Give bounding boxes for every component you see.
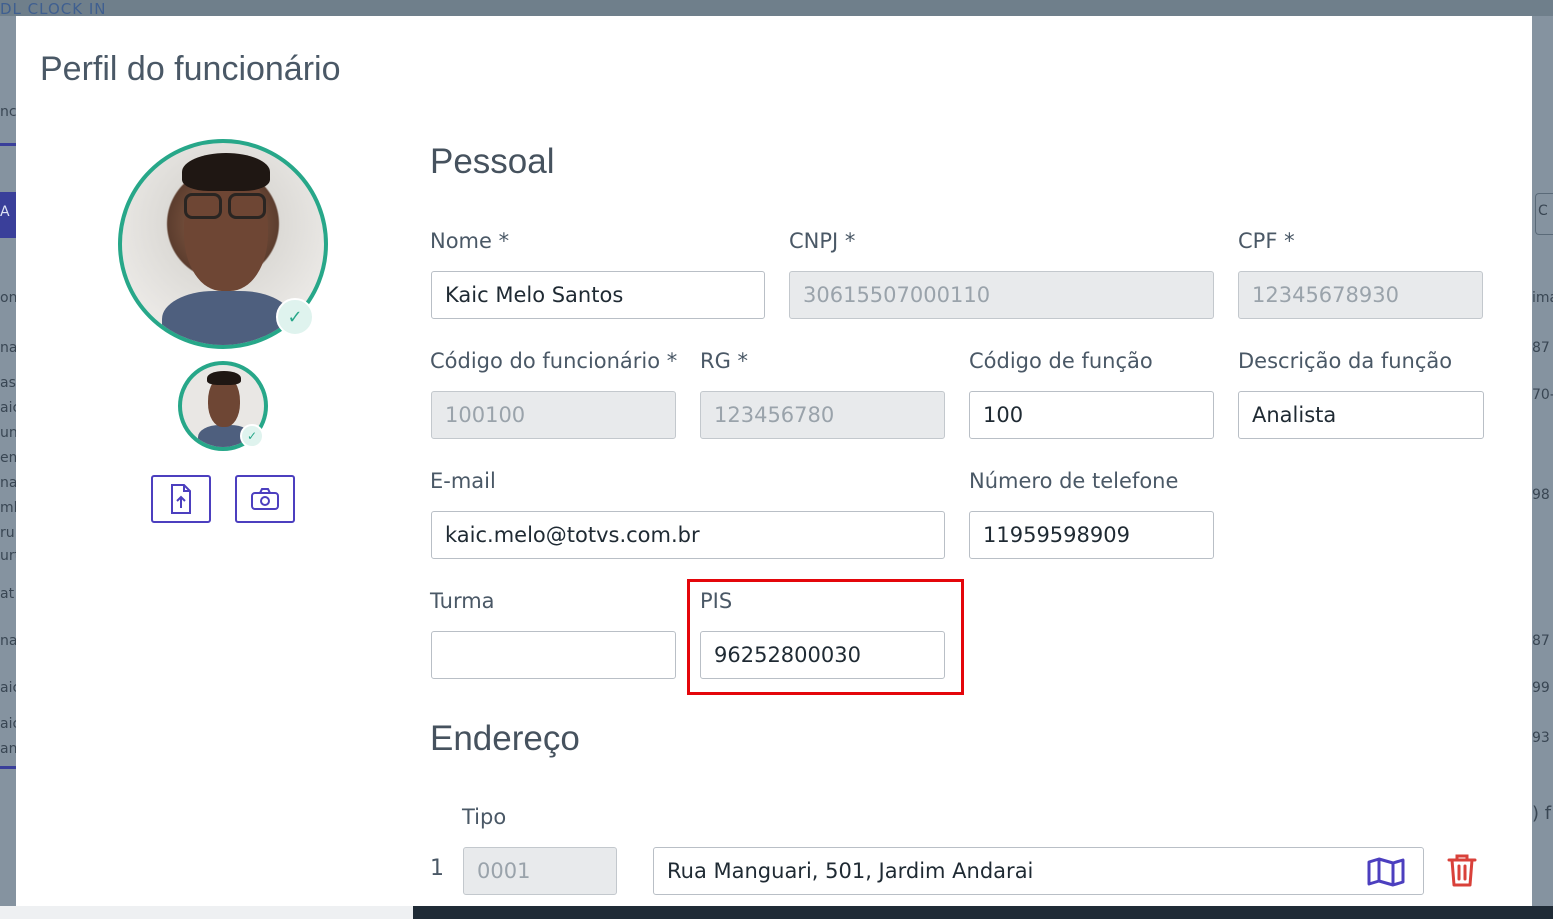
background-left-text: na (0, 475, 16, 491)
rg-input: 123456780 (700, 391, 945, 439)
email-input[interactable]: kaic.melo@totvs.com.br (431, 511, 945, 559)
background-left-text: na (0, 633, 16, 649)
address-type-input: 0001 (463, 847, 617, 895)
background-left-text: na (0, 340, 16, 356)
thumbnail-hair-shape (207, 371, 241, 385)
background-left-text: un (0, 425, 16, 441)
delete-address-button[interactable] (1444, 852, 1480, 888)
job-code-label: Código de função (969, 349, 1153, 373)
upload-photo-button[interactable] (151, 475, 211, 523)
modal-title: Perfil do funcionário (40, 50, 341, 88)
background-left-text: urt (0, 548, 16, 564)
cnpj-input: 30615507000110 (789, 271, 1214, 319)
background-left-text: at (0, 586, 15, 602)
avatar-glasses-shape (184, 193, 222, 219)
background-left-text: em (0, 450, 16, 466)
job-code-input[interactable]: 100 (969, 391, 1214, 439)
avatar-hair-shape (182, 153, 270, 191)
phone-label: Número de telefone (969, 469, 1179, 493)
address-input[interactable]: Rua Manguari, 501, Jardim Andarai (653, 847, 1424, 895)
background-right-text: 70- (1532, 387, 1553, 403)
avatar-glasses-shape (228, 193, 266, 219)
employee-code-input: 100100 (431, 391, 676, 439)
email-label: E-mail (430, 469, 496, 493)
section-title-address: Endereço (430, 719, 580, 758)
photo-verified-icon: ✓ (276, 298, 314, 336)
job-description-label: Descrição da função (1238, 349, 1453, 373)
turma-input[interactable] (431, 631, 676, 679)
take-photo-button[interactable] (235, 475, 295, 523)
background-right-text: ima (1532, 290, 1553, 306)
background-left-text: on (0, 290, 16, 306)
background-right-text: ) f (1532, 803, 1552, 824)
background-right-text: 99 (1532, 680, 1550, 696)
background-right-panel (1532, 16, 1553, 906)
employee-profile-modal: Perfil do funcionário ✓ ✓ Pessoal Nome *… (16, 16, 1532, 906)
background-right-text: 98 (1532, 487, 1550, 503)
nome-label: Nome * (430, 229, 510, 253)
address-text: Rua Manguari, 501, Jardim Andarai (667, 859, 1034, 883)
background-right-text: 93 (1532, 730, 1550, 746)
cpf-input: 12345678930 (1238, 271, 1483, 319)
background-left-text: aic (0, 716, 16, 732)
background-left-text: an (0, 741, 16, 757)
background-left-text: aic (0, 680, 16, 696)
camera-icon (251, 488, 279, 510)
file-upload-icon (171, 484, 191, 514)
taskbar-left-area (0, 906, 413, 919)
background-left-text: as (0, 375, 16, 391)
pis-highlight-box (687, 579, 964, 695)
employee-code-label: Código do funcionário * (430, 349, 678, 373)
rg-label: RG * (700, 349, 749, 373)
section-title-personal: Pessoal (430, 142, 555, 181)
background-left-text: ru (0, 525, 15, 541)
address-type-label: Tipo (462, 805, 507, 829)
background-left-text: mb (0, 500, 16, 516)
thumbnail-verified-icon: ✓ (240, 424, 264, 448)
turma-label: Turma (430, 589, 495, 613)
background-left-text: A (0, 204, 10, 220)
background-right-text: C (1538, 203, 1548, 219)
background-left-text: nc (0, 104, 16, 120)
background-right-text: 87 (1532, 633, 1550, 649)
cnpj-label: CNPJ * (789, 229, 856, 253)
avatar-shirt-shape (162, 291, 292, 345)
nome-input[interactable]: Kaic Melo Santos (431, 271, 765, 319)
phone-input[interactable]: 11959598909 (969, 511, 1214, 559)
taskbar (413, 906, 1553, 919)
background-left-text: aic (0, 400, 16, 416)
background-tab-underline (0, 143, 16, 146)
background-divider (0, 766, 16, 769)
trash-icon (1447, 854, 1477, 887)
background-right-text: 87 (1532, 340, 1550, 356)
job-description-input[interactable]: Analista (1238, 391, 1484, 439)
map-icon[interactable] (1367, 857, 1405, 887)
cpf-label: CPF * (1238, 229, 1295, 253)
address-row-index: 1 (430, 856, 444, 881)
